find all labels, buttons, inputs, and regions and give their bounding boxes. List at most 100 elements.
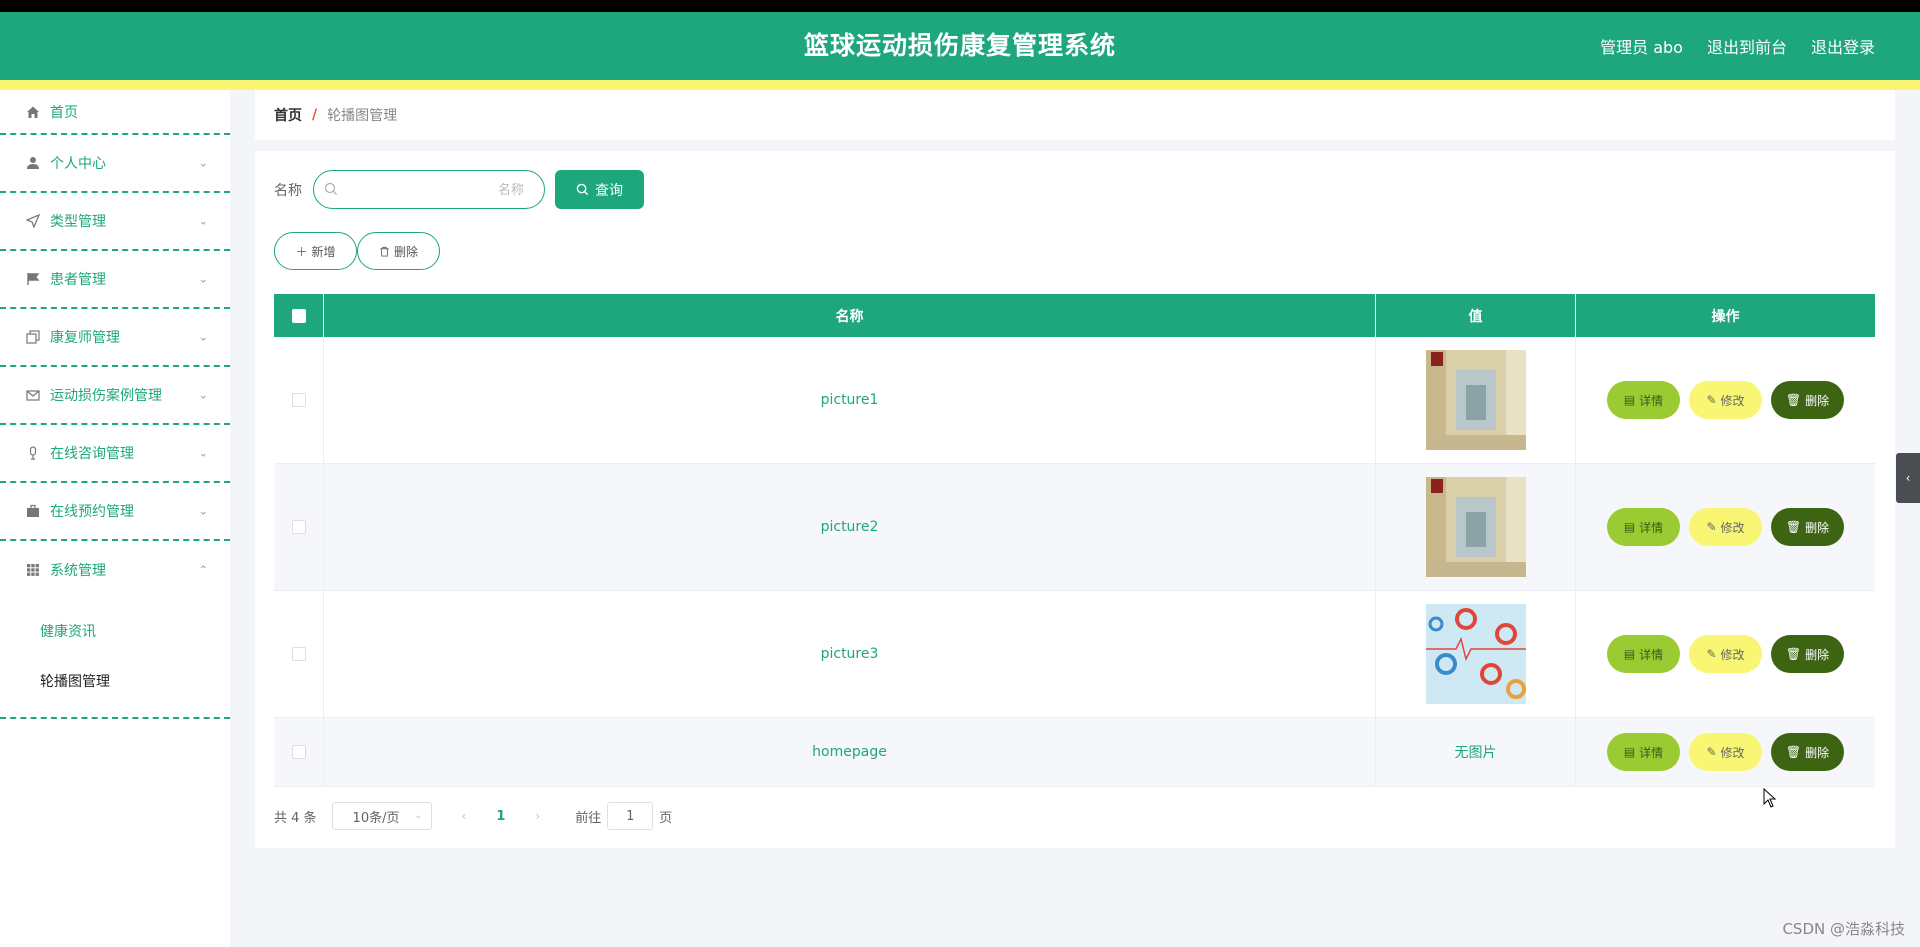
delete-button[interactable]: 🗑 删除 bbox=[1771, 635, 1844, 673]
trash-icon: 🗑 bbox=[1785, 647, 1802, 661]
medical-thumbnail[interactable] bbox=[1425, 604, 1526, 704]
search-input[interactable] bbox=[314, 171, 544, 208]
page-number[interactable]: 1 bbox=[496, 809, 505, 824]
row-checkbox[interactable] bbox=[291, 393, 306, 407]
collapse-panel-button[interactable]: ‹ bbox=[1896, 453, 1920, 503]
delete-button[interactable]: 🗑 删除 bbox=[1771, 733, 1844, 771]
column-header-value: 值 bbox=[1376, 294, 1576, 337]
add-button-label: 新增 bbox=[311, 244, 336, 259]
submenu-item-carousel[interactable]: 轮播图管理 bbox=[0, 657, 230, 707]
chevron-down-icon: ⌄ bbox=[198, 388, 208, 402]
sidebar-item-consult[interactable]: 在线咨询管理 ⌄ bbox=[0, 425, 230, 483]
edit-button[interactable]: ✎ 修改 bbox=[1689, 635, 1762, 673]
row-actions: ▤ 详情 ✎ 修改 🗑 删除 bbox=[1576, 591, 1875, 717]
sidebar-item-booking[interactable]: 在线预约管理 ⌄ bbox=[0, 483, 230, 541]
page-size-select[interactable]: 10条/页 ⌄ bbox=[331, 802, 432, 830]
row-checkbox[interactable] bbox=[291, 745, 306, 759]
edit-button[interactable]: ✎ 修改 bbox=[1689, 508, 1762, 546]
chevron-up-icon: ⌃ bbox=[198, 563, 208, 577]
search-label: 名称 bbox=[274, 182, 302, 199]
breadcrumb: 首页 / 轮播图管理 bbox=[255, 90, 1895, 140]
delete-button[interactable]: 🗑 删除 bbox=[1771, 381, 1844, 419]
submenu-item-health-news[interactable]: 健康资讯 bbox=[0, 607, 230, 657]
column-header-actions: 操作 bbox=[1711, 308, 1740, 325]
row-actions: ▤ 详情 ✎ 修改 🗑 删除 bbox=[1576, 337, 1875, 463]
row-name: picture3 bbox=[324, 591, 1376, 717]
search-field[interactable] bbox=[313, 170, 545, 209]
user-label[interactable]: 管理员 abo bbox=[1600, 34, 1683, 58]
breadcrumb-separator: / bbox=[312, 107, 318, 123]
document-icon: ▤ bbox=[1623, 647, 1636, 661]
sidebar-item-patient[interactable]: 患者管理 ⌄ bbox=[0, 251, 230, 309]
detail-button[interactable]: ▤ 详情 bbox=[1607, 381, 1680, 419]
query-button[interactable]: 查询 bbox=[555, 170, 644, 209]
logout-link[interactable]: 退出登录 bbox=[1811, 34, 1875, 58]
sidebar-item-personal[interactable]: 个人中心 ⌄ bbox=[0, 135, 230, 193]
batch-delete-label: 删除 bbox=[393, 244, 418, 259]
detail-button[interactable]: ▤ 详情 bbox=[1607, 733, 1680, 771]
trash-icon: 🗑 bbox=[1785, 520, 1802, 534]
copy-icon bbox=[25, 329, 41, 345]
sidebar: 首页 个人中心 ⌄ 类型管理 ⌄ 患者管理 ⌄ 康复师管理 ⌄ 运动损伤案例管理… bbox=[0, 90, 230, 947]
sidebar-item-type[interactable]: 类型管理 ⌄ bbox=[0, 193, 230, 251]
app-header: 篮球运动损伤康复管理系统 管理员 abo 退出到前台 退出登录 bbox=[0, 12, 1920, 80]
sidebar-item-label: 在线咨询管理 bbox=[50, 446, 134, 462]
sidebar-item-injury-case[interactable]: 运动损伤案例管理 ⌄ bbox=[0, 367, 230, 425]
corridor-thumbnail[interactable] bbox=[1425, 477, 1526, 577]
breadcrumb-home[interactable]: 首页 bbox=[274, 105, 302, 125]
row-checkbox[interactable] bbox=[291, 520, 306, 534]
row-actions: ▤ 详情 ✎ 修改 🗑 删除 bbox=[1576, 718, 1875, 786]
grid-icon bbox=[25, 562, 41, 578]
search-row: 名称 查询 bbox=[274, 170, 644, 209]
sidebar-item-home[interactable]: 首页 bbox=[0, 90, 230, 135]
trash-icon: 🗑 bbox=[1785, 393, 1802, 407]
row-name: homepage bbox=[324, 718, 1376, 786]
goto-page-input[interactable]: 1 bbox=[607, 802, 654, 830]
document-icon: ▤ bbox=[1623, 393, 1636, 407]
microphone-icon bbox=[25, 445, 41, 461]
delete-button[interactable]: 🗑 删除 bbox=[1771, 508, 1844, 546]
data-table: 名称 值 操作 picture1 ▤ 详情 ✎ 修改 🗑 删除 picture2 ▤ 详 bbox=[274, 294, 1875, 787]
row-value: 无图片 bbox=[1376, 718, 1576, 786]
pencil-icon: ✎ bbox=[1706, 520, 1717, 534]
detail-button[interactable]: ▤ 详情 bbox=[1607, 508, 1680, 546]
exit-to-front-link[interactable]: 退出到前台 bbox=[1707, 34, 1787, 58]
page-unit-label: 页 bbox=[659, 810, 673, 826]
header-links: 管理员 abo 退出到前台 退出登录 bbox=[1600, 12, 1875, 80]
sidebar-item-label: 系统管理 bbox=[50, 563, 106, 579]
select-all-checkbox[interactable] bbox=[291, 308, 306, 323]
query-button-label: 查询 bbox=[595, 182, 623, 199]
sidebar-item-system[interactable]: 系统管理 ⌃ bbox=[0, 541, 230, 599]
search-icon bbox=[324, 182, 337, 195]
chevron-down-icon: ⌄ bbox=[198, 504, 208, 518]
pencil-icon: ✎ bbox=[1706, 393, 1717, 407]
system-submenu: 健康资讯 轮播图管理 bbox=[0, 599, 230, 719]
row-actions: ▤ 详情 ✎ 修改 🗑 删除 bbox=[1576, 464, 1875, 590]
edit-button[interactable]: ✎ 修改 bbox=[1689, 733, 1762, 771]
sidebar-item-therapist[interactable]: 康复师管理 ⌄ bbox=[0, 309, 230, 367]
pagination: 共 4 条 10条/页 ⌄ ‹ 1 › 前往 1 页 bbox=[274, 801, 672, 831]
detail-button[interactable]: ▤ 详情 bbox=[1607, 635, 1680, 673]
chevron-down-icon: ⌄ bbox=[198, 214, 208, 228]
plus-icon: ＋ bbox=[295, 244, 308, 259]
edit-button[interactable]: ✎ 修改 bbox=[1689, 381, 1762, 419]
corridor-thumbnail[interactable] bbox=[1425, 350, 1526, 450]
sidebar-item-label: 运动损伤案例管理 bbox=[50, 388, 162, 404]
header-accent-bar bbox=[0, 80, 1920, 90]
chevron-left-icon: ‹ bbox=[1905, 471, 1911, 485]
table-row: picture3 ▤ 详情 ✎ 修改 🗑 删除 bbox=[274, 591, 1875, 718]
sidebar-item-label: 类型管理 bbox=[50, 214, 106, 230]
breadcrumb-current: 轮播图管理 bbox=[327, 108, 398, 124]
pencil-icon: ✎ bbox=[1706, 647, 1717, 661]
chevron-down-icon: ⌄ bbox=[198, 272, 208, 286]
next-page-button[interactable]: › bbox=[535, 809, 540, 823]
add-button[interactable]: ＋ 新增 bbox=[274, 232, 357, 270]
total-count: 共 4 条 bbox=[274, 810, 317, 826]
batch-delete-button[interactable]: 删除 bbox=[357, 232, 440, 270]
row-checkbox[interactable] bbox=[291, 647, 306, 661]
goto-label: 前往 bbox=[575, 810, 602, 826]
trash-icon bbox=[380, 246, 389, 257]
chevron-down-icon: ⌄ bbox=[414, 810, 423, 821]
prev-page-button[interactable]: ‹ bbox=[462, 809, 467, 823]
select-all-cell bbox=[274, 294, 324, 337]
